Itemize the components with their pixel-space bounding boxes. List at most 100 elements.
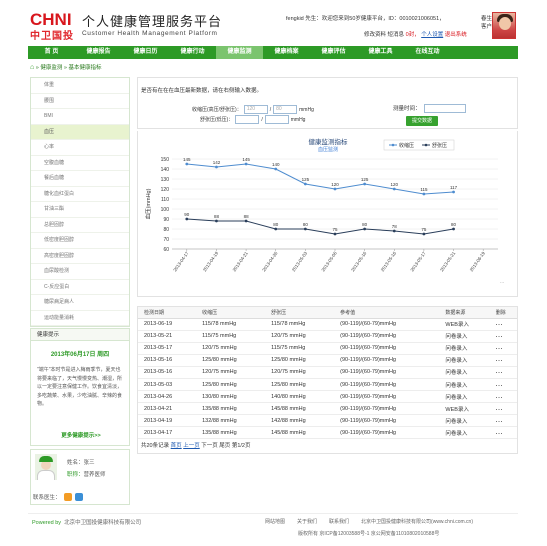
page-info: 第1/2页 bbox=[231, 443, 251, 450]
data-label: 90 bbox=[184, 212, 190, 217]
data-point bbox=[422, 192, 426, 196]
table-cell: (90-119)/(60-79)mmHg bbox=[334, 318, 440, 331]
row-actions[interactable]: ... bbox=[489, 402, 517, 416]
nav-item[interactable]: 健康档案 bbox=[263, 46, 310, 59]
sidebar-item[interactable]: 高密度胆固醇 bbox=[31, 249, 129, 264]
table-cell: (90-119)/(60-79)mmHg bbox=[334, 354, 440, 367]
tips-body: "端午"本时节是进入梅雨季节，夏天也将要来临了，天气慢慢变热、潮湿，所以一定要注… bbox=[37, 367, 123, 407]
data-point bbox=[392, 229, 396, 233]
sidebar-item[interactable]: 心率 bbox=[31, 140, 129, 156]
sidebar-item[interactable]: 体重 bbox=[31, 78, 129, 94]
diastolic-high-input[interactable] bbox=[264, 115, 289, 124]
logout-link[interactable]: 退出系统 bbox=[445, 32, 467, 38]
data-label: 80 bbox=[273, 222, 279, 227]
last-page-link[interactable]: 尾页 bbox=[219, 443, 230, 449]
message-icon[interactable] bbox=[74, 493, 83, 501]
table-cell: 120/75 mmHg bbox=[196, 366, 266, 379]
messages-link[interactable]: 短消息 bbox=[388, 32, 405, 38]
breadcrumb-level1[interactable]: 健康监测 bbox=[40, 65, 62, 71]
sidebar-item[interactable]: 餐后血糖 bbox=[31, 171, 129, 187]
site-title-en: Customer Health Management Platform bbox=[82, 30, 218, 37]
row-actions[interactable]: ... bbox=[489, 366, 517, 379]
submit-button[interactable]: 提交数据 bbox=[406, 116, 438, 126]
nav-item[interactable]: 在线互动 bbox=[404, 46, 451, 59]
row-actions[interactable]: ... bbox=[489, 330, 517, 343]
nav-item[interactable]: 首 页 bbox=[28, 46, 75, 59]
sidebar-item[interactable]: 糖尿病足病人 bbox=[31, 295, 129, 311]
table-cell: 125/80 mmHg bbox=[265, 378, 335, 392]
diastolic-row: 舒张压(低压)： / mmHg bbox=[200, 115, 306, 124]
sidebar-item[interactable]: C-反应蛋白 bbox=[31, 280, 129, 295]
row-actions[interactable]: ... bbox=[489, 378, 517, 392]
row-actions[interactable]: ... bbox=[489, 318, 517, 331]
data-label: 120 bbox=[391, 182, 399, 187]
table-cell: 145/88 mmHg bbox=[265, 426, 335, 440]
user-avatar[interactable] bbox=[492, 12, 516, 39]
row-actions[interactable]: ... bbox=[489, 342, 517, 355]
header: CHNI 中卫国投 个人健康管理服务平台 Customer Health Man… bbox=[0, 0, 547, 44]
table-cell: 130/80 mmHg bbox=[196, 390, 266, 404]
footer-link[interactable]: 网站地图 bbox=[265, 519, 285, 525]
footer-link[interactable]: 联系我们 bbox=[329, 519, 349, 525]
x-tick-label: 2013-06-19 bbox=[469, 250, 487, 272]
chart-subtitle: 血压监测 bbox=[318, 146, 338, 153]
column-header: 收缩压 bbox=[196, 307, 266, 319]
sidebar-item[interactable]: 总胆固醇 bbox=[31, 218, 129, 233]
doctor-profile: 姓名：张三 职称：营养医师 联系医生： bbox=[30, 449, 130, 505]
table-cell: (90-119)/(60-79)mmHg bbox=[334, 378, 440, 392]
sidebar-item[interactable]: 血尿酸检测 bbox=[31, 264, 129, 280]
footer-link[interactable]: 北京中卫国投健康科技有限公司(www.chni.com.cn) bbox=[361, 519, 473, 525]
sidebar-item[interactable]: 腰围 bbox=[31, 94, 129, 109]
row-actions[interactable]: ... bbox=[489, 426, 517, 440]
data-point bbox=[452, 227, 455, 231]
sidebar-item[interactable]: 低密度胆固醇 bbox=[31, 233, 129, 249]
qq-icon[interactable] bbox=[63, 493, 72, 501]
nav-item[interactable]: 健康日历 bbox=[122, 46, 169, 59]
sidebar-item[interactable]: 运动能量消耗 bbox=[31, 311, 129, 326]
footer-links: 网站地图 关于我们 联系我们 北京中卫国投健康科技有限公司(www.chni.com.… bbox=[265, 518, 485, 525]
table-cell: 2013-05-21 bbox=[138, 330, 197, 343]
time-input[interactable] bbox=[424, 104, 466, 113]
nav-item[interactable]: 健康监测 bbox=[216, 46, 263, 59]
first-page-link[interactable]: 首页 bbox=[171, 443, 182, 449]
x-tick-label: 2013-05-16 bbox=[380, 250, 398, 272]
prev-page-link[interactable]: 上一页 bbox=[183, 443, 200, 449]
table-cell: 125/80 mmHg bbox=[196, 378, 266, 392]
table-row: 2013-04-17 135/88 mmHg 145/88 mmHg (90-119)… bbox=[138, 426, 517, 440]
data-label: 88 bbox=[214, 214, 220, 219]
next-page-link[interactable]: 下一页 bbox=[201, 443, 218, 449]
table-cell: 145/88 mmHg bbox=[265, 402, 335, 416]
diastolic-input[interactable]: 80 bbox=[273, 105, 298, 114]
nav-item[interactable]: 健康报告 bbox=[75, 46, 122, 59]
diastolic-low-input[interactable] bbox=[235, 115, 260, 124]
table-cell: 问卷录入 bbox=[439, 426, 490, 440]
table-cell: 120/75 mmHg bbox=[196, 342, 266, 355]
systolic-input[interactable]: 120 bbox=[243, 105, 268, 114]
health-tips-panel: 健康提示 2013年06月17日 周四 "端午"本时节是进入梅雨季节，夏天也将要… bbox=[30, 328, 130, 446]
table-cell: (90-119)/(60-79)mmHg bbox=[334, 366, 440, 379]
nav-item[interactable]: 健康工具 bbox=[357, 46, 404, 59]
home-icon[interactable]: ⌂ bbox=[30, 64, 34, 71]
icp-text: 版权所有 京ICP备12003588号-1 京公网安备1101080201058… bbox=[298, 531, 440, 537]
row-actions[interactable]: ... bbox=[489, 354, 517, 367]
more-tips-link[interactable]: 更多健康提示>> bbox=[43, 431, 119, 441]
table-row: 2013-05-17 120/75 mmHg 115/75 mmHg (90-119)… bbox=[138, 342, 517, 355]
footer-link[interactable]: 关于我们 bbox=[297, 519, 317, 525]
sidebar-item[interactable]: BMI bbox=[31, 109, 129, 125]
data-point bbox=[215, 219, 218, 223]
nav-item[interactable]: 健康行动 bbox=[169, 46, 216, 59]
nav-item[interactable]: 健康评估 bbox=[310, 46, 357, 59]
sidebar-item[interactable]: 甘油三酯 bbox=[31, 202, 129, 218]
edit-profile-link[interactable]: 修改资料 bbox=[364, 32, 386, 38]
column-header: 数据来源 bbox=[439, 307, 490, 319]
sidebar-item[interactable]: 糖化血红蛋白 bbox=[31, 187, 129, 202]
table-cell: 2013-05-16 bbox=[138, 366, 197, 379]
sidebar-item[interactable]: 血压 bbox=[31, 124, 129, 140]
row-actions[interactable]: ... bbox=[489, 390, 517, 404]
row-actions[interactable]: ... bbox=[489, 414, 517, 428]
settings-link[interactable]: 个人设置 bbox=[421, 32, 443, 38]
data-label: 125 bbox=[361, 177, 369, 182]
x-tick-label: 2013-05-16 bbox=[350, 250, 368, 272]
sidebar-item[interactable]: 空腹血糖 bbox=[31, 156, 129, 171]
footer: Powered by 北京中卫国投健康科技有限公司 网站地图 关于我们 联系我们 北京… bbox=[28, 513, 518, 537]
